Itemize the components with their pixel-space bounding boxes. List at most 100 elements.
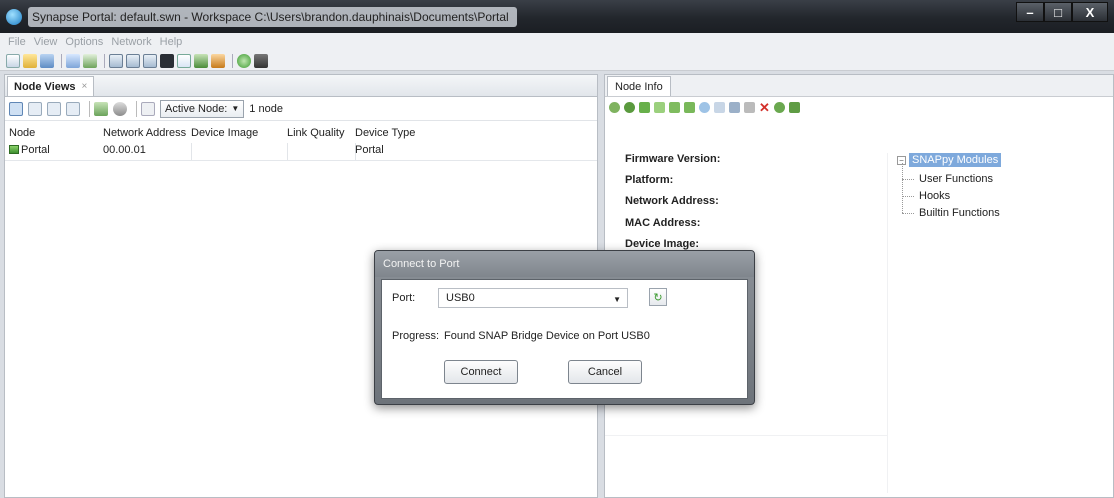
cell-node-text: Portal — [21, 144, 50, 156]
tree-item-hooks[interactable]: Hooks — [919, 190, 950, 202]
node-table-header: Node Network Address Device Image Link Q… — [5, 125, 597, 142]
row-divider — [5, 160, 597, 161]
col-header-device-image[interactable]: Device Image — [191, 127, 258, 139]
port-label: Port: — [392, 292, 416, 304]
next-icon[interactable] — [774, 101, 785, 113]
broadcast-icon[interactable] — [66, 53, 80, 68]
progress-label: Progress: — [392, 330, 440, 342]
refresh-icon: ↻ — [653, 291, 663, 304]
title-bar: Synapse Portal: default.swn - Workspace … — [0, 0, 1114, 33]
synapse-app-icon — [6, 8, 22, 25]
node-info-toolbar: ✕ — [605, 97, 1113, 117]
tree-root-item[interactable]: − SNAPpy Modules — [897, 153, 1002, 167]
small-icons-view-icon[interactable] — [47, 101, 61, 116]
active-node-dropdown[interactable]: Active Node: ▼ — [160, 99, 245, 118]
channel-icon[interactable] — [744, 101, 755, 113]
reboot-icon[interactable] — [639, 101, 650, 113]
window-title: Synapse Portal: default.swn - Workspace … — [28, 6, 517, 27]
tree-item-builtin-functions[interactable]: Builtin Functions — [919, 207, 1000, 219]
dialog-title[interactable]: Connect to Port — [375, 251, 754, 277]
active-node-label: Active Node: — [165, 102, 228, 115]
cell-network-address: 00.00.01 — [103, 144, 146, 156]
maximize-button[interactable]: □ — [1044, 2, 1072, 22]
tree-root-label: SNAPpy Modules — [909, 153, 1002, 167]
tab-node-views[interactable]: Node Views × — [7, 76, 95, 96]
toolbar-separator — [104, 53, 105, 68]
binoculars-icon[interactable] — [254, 53, 268, 68]
download-script-icon[interactable] — [669, 101, 680, 113]
chart-icon[interactable] — [177, 53, 191, 68]
toolbar-separator — [89, 100, 90, 117]
dialog-body: Port: USB0 ▼ ↻ Progress: Found SNAP Brid… — [381, 279, 748, 399]
progress-text: Found SNAP Bridge Device on Port USB0 — [444, 330, 650, 342]
node-count: 1 node — [249, 102, 283, 115]
table-row[interactable]: Portal 00.00.01 Portal — [5, 143, 597, 159]
tree-connector — [902, 196, 914, 197]
node-views-icon[interactable] — [109, 53, 123, 68]
tab-node-info[interactable]: Node Info — [607, 76, 671, 96]
delete-icon[interactable]: ✕ — [759, 101, 770, 114]
menu-file[interactable]: File — [8, 36, 26, 48]
menu-network[interactable]: Network — [111, 36, 151, 48]
ping-icon[interactable] — [94, 101, 108, 116]
menu-bar: File View Options Network Help — [0, 33, 1114, 51]
details-view-icon[interactable] — [9, 101, 23, 116]
cell-device-type: Portal — [355, 144, 384, 156]
col-header-network-address[interactable]: Network Address — [103, 127, 186, 139]
command-line-icon[interactable] — [160, 53, 174, 68]
refresh-ports-button[interactable]: ↻ — [649, 288, 667, 306]
tree-connector — [902, 163, 903, 213]
dropdown-arrow-icon: ▼ — [613, 295, 621, 304]
erase-icon[interactable] — [699, 101, 710, 113]
refresh-icon[interactable] — [237, 53, 251, 68]
col-header-link-quality[interactable]: Link Quality — [287, 127, 344, 139]
portal-node-icon — [9, 145, 19, 154]
col-header-node[interactable]: Node — [9, 127, 35, 139]
close-button[interactable]: X — [1072, 2, 1108, 22]
open-folder-icon[interactable] — [23, 53, 37, 68]
tree-view-icon[interactable] — [66, 101, 80, 116]
tree-connector — [902, 179, 914, 180]
menu-view[interactable]: View — [34, 36, 58, 48]
connect-button[interactable]: Connect — [444, 360, 518, 384]
toolbar-separator — [232, 53, 233, 68]
info-splitter — [887, 153, 888, 493]
list-view-icon[interactable] — [28, 101, 42, 116]
filter-icon[interactable] — [141, 101, 155, 116]
node-views-toolbar: Active Node: ▼ 1 node — [5, 97, 597, 121]
event-log-icon[interactable] — [143, 53, 157, 68]
forward-icon[interactable] — [789, 101, 800, 113]
find-nodes-icon[interactable] — [83, 53, 97, 68]
node-info-icon[interactable] — [126, 53, 140, 68]
dropdown-arrow-icon: ▼ — [231, 104, 240, 113]
menu-options[interactable]: Options — [65, 36, 103, 48]
toolbar-separator — [61, 53, 62, 68]
port-value: USB0 — [446, 292, 475, 304]
platform-label: Platform: — [625, 174, 674, 186]
firmware-icon[interactable] — [714, 101, 725, 113]
connect-to-port-dialog: Connect to Port Port: USB0 ▼ ↻ Progress:… — [374, 250, 755, 405]
save-icon[interactable] — [40, 53, 54, 68]
bar-graph-icon[interactable] — [211, 53, 225, 68]
menu-help[interactable]: Help — [160, 36, 183, 48]
network-icon[interactable] — [113, 101, 127, 116]
cell-node: Portal — [9, 144, 50, 156]
refresh-info-icon[interactable] — [609, 101, 620, 113]
upload-script-icon[interactable] — [654, 101, 665, 113]
main-toolbar — [0, 51, 1114, 71]
firmware-version-label: Firmware Version: — [625, 153, 721, 165]
mac-address-label: MAC Address: — [625, 217, 701, 229]
new-icon[interactable] — [6, 53, 20, 68]
tree-item-user-functions[interactable]: User Functions — [919, 173, 993, 185]
ping-node-icon[interactable] — [624, 101, 635, 113]
configure-icon[interactable] — [729, 101, 740, 113]
data-logger-icon[interactable] — [194, 53, 208, 68]
edit-script-icon[interactable] — [684, 101, 695, 113]
network-address-label: Network Address: — [625, 195, 719, 207]
device-image-label: Device Image: — [625, 238, 699, 250]
port-select[interactable]: USB0 ▼ — [438, 288, 628, 308]
cancel-button[interactable]: Cancel — [568, 360, 642, 384]
minimize-button[interactable]: – — [1016, 2, 1044, 22]
close-tab-icon[interactable]: × — [82, 81, 88, 92]
col-header-device-type[interactable]: Device Type — [355, 127, 415, 139]
